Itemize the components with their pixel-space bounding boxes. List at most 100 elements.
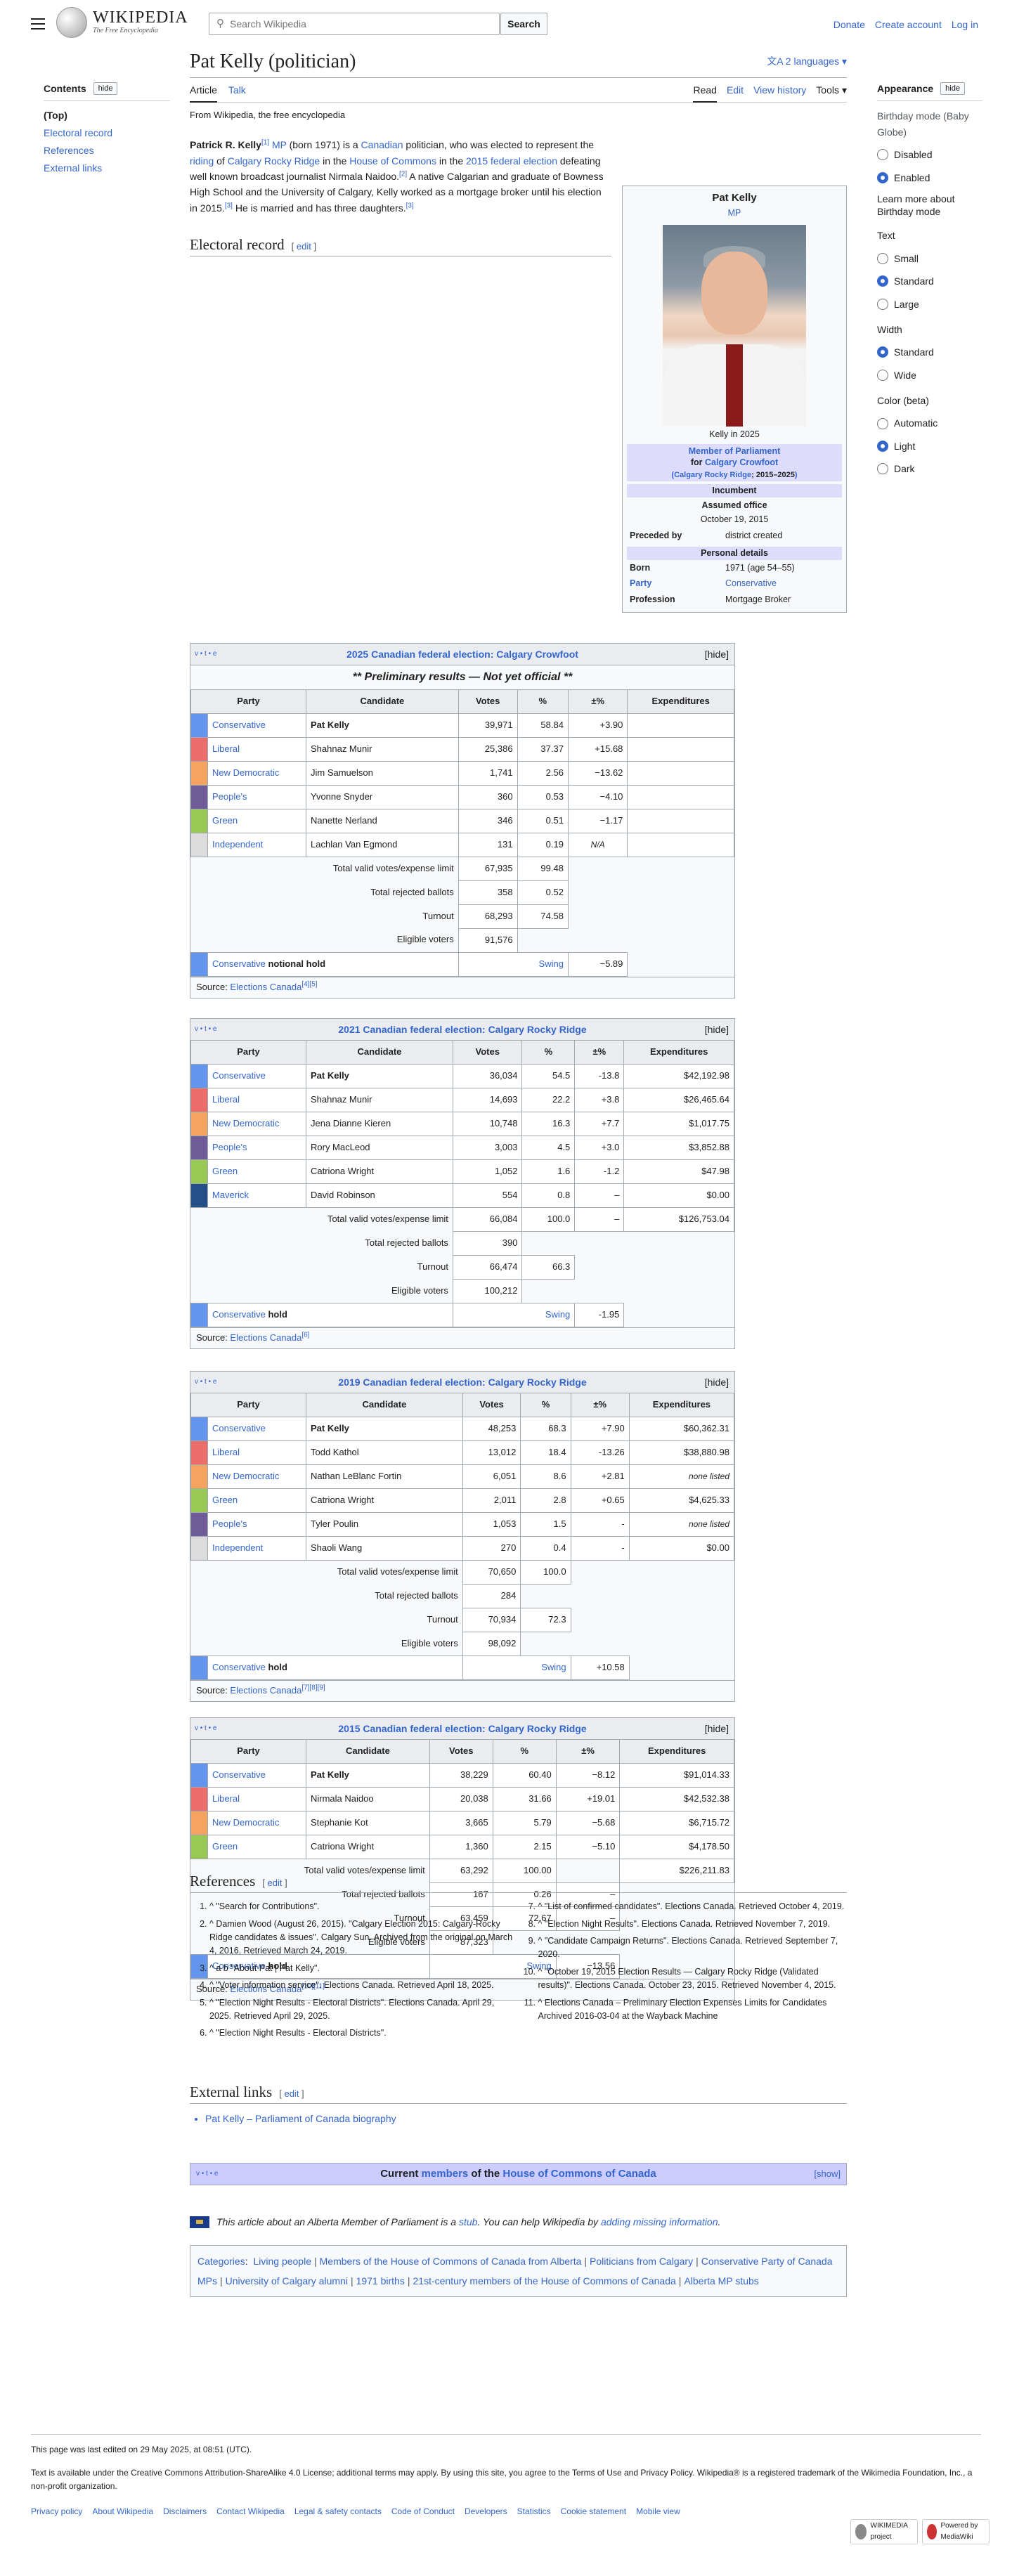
edit-link[interactable]: edit xyxy=(284,2088,299,2099)
radio-selected[interactable] xyxy=(877,441,888,453)
election-title[interactable]: 2019 Canadian federal election: Calgary … xyxy=(338,1374,586,1390)
tab-article[interactable]: Article xyxy=(190,82,217,103)
party-name[interactable]: Maverick xyxy=(207,1183,306,1208)
party-label[interactable]: Party xyxy=(630,577,725,590)
color-automatic-option[interactable]: Automatic xyxy=(877,415,982,431)
vte-links[interactable]: v • t • e xyxy=(195,1723,216,1734)
footer-link[interactable]: Mobile view xyxy=(636,2506,680,2516)
swing-label[interactable]: Swing xyxy=(462,1655,571,1680)
toc-item-references[interactable]: References xyxy=(44,142,170,160)
radio-selected[interactable] xyxy=(877,346,888,358)
wikimedia-badge[interactable]: WIKIMEDIA project xyxy=(850,2519,918,2544)
radio-selected[interactable] xyxy=(877,275,888,287)
party-name[interactable]: Conservative xyxy=(207,1064,306,1088)
radio[interactable] xyxy=(877,252,888,264)
reference-item[interactable]: ^ "Voter information service". Elections… xyxy=(209,1979,519,1992)
radio[interactable] xyxy=(877,417,888,429)
add-info-link[interactable]: adding missing information xyxy=(601,2216,718,2227)
toc-hide-button[interactable]: hide xyxy=(93,82,118,96)
categories-label[interactable]: Categories xyxy=(197,2256,245,2267)
language-button[interactable]: 文A 2 languages ▾ xyxy=(767,55,847,67)
source-link[interactable]: Elections Canada xyxy=(230,982,301,992)
party-name[interactable]: Green xyxy=(207,808,306,833)
party-name[interactable]: Green xyxy=(207,1835,306,1859)
portrait-image[interactable] xyxy=(663,225,806,427)
edit-link[interactable]: edit xyxy=(297,241,311,252)
reference-item[interactable]: ^ "Search for Contributions". xyxy=(209,1900,519,1913)
appearance-hide-button[interactable]: hide xyxy=(940,82,965,96)
tab-edit[interactable]: Edit xyxy=(727,82,744,102)
election-title[interactable]: 2025 Canadian federal election: Calgary … xyxy=(346,646,578,662)
vte-links[interactable]: v • t • e xyxy=(195,1377,216,1388)
reference-item[interactable]: ^ Elections Canada – Preliminary Electio… xyxy=(538,1996,848,2024)
tab-read[interactable]: Read xyxy=(693,82,717,103)
mediawiki-badge[interactable]: Powered by MediaWiki xyxy=(922,2519,990,2544)
footer-link[interactable]: Legal & safety contacts xyxy=(294,2506,382,2516)
vte-links[interactable]: v • t • e xyxy=(195,649,216,660)
party-name[interactable]: People's xyxy=(207,1512,306,1537)
crr-link[interactable]: Calgary Rocky Ridge xyxy=(228,155,320,167)
party-name[interactable]: New Democratic xyxy=(207,760,306,786)
reference-item[interactable]: ^ a b "About Pat | Pat Kelly". xyxy=(209,1962,519,1975)
hoc-link[interactable]: House of Commons of Canada xyxy=(502,2168,656,2180)
party-name[interactable]: Green xyxy=(207,1488,306,1513)
swing-label[interactable]: Swing xyxy=(452,1303,576,1327)
election-title[interactable]: 2015 Canadian federal election: Calgary … xyxy=(338,1721,586,1736)
reference-item[interactable]: ^ "October 19, 2015 Election Results — C… xyxy=(538,1965,848,1993)
party-name[interactable]: People's xyxy=(207,1136,306,1160)
party-name[interactable]: People's xyxy=(207,784,306,809)
hoc-link[interactable]: House of Commons xyxy=(349,155,436,167)
width-wide-option[interactable]: Wide xyxy=(877,367,982,383)
width-standard-option[interactable]: Standard xyxy=(877,344,982,360)
riding-link[interactable]: riding xyxy=(190,155,214,167)
text-standard-option[interactable]: Standard xyxy=(877,273,982,289)
reference-item[interactable]: ^ "List of confirmed candidates". Electi… xyxy=(538,1900,848,1913)
source-link[interactable]: Elections Canada xyxy=(230,1332,301,1343)
ref[interactable]: [1] xyxy=(261,139,269,147)
party-name[interactable]: New Democratic xyxy=(207,1112,306,1136)
reference-item[interactable]: ^ "Candidate Campaign Returns". Election… xyxy=(538,1934,848,1962)
party-name[interactable]: New Democratic xyxy=(207,1464,306,1489)
category-link[interactable]: 1971 births xyxy=(356,2275,405,2286)
infobox-mp[interactable]: MP xyxy=(627,207,842,220)
source-refs[interactable]: [6] xyxy=(301,1332,309,1339)
main-menu-icon[interactable] xyxy=(31,18,45,30)
hide-button[interactable]: [hide] xyxy=(705,646,729,662)
category-link[interactable]: Members of the House of Commons of Canad… xyxy=(320,2256,582,2267)
riding2-link[interactable]: Calgary Rocky Ridge xyxy=(674,471,751,479)
members-link[interactable]: members xyxy=(422,2168,469,2180)
radio[interactable] xyxy=(877,369,888,381)
reference-item[interactable]: ^ "Election Night Results". Elections Ca… xyxy=(538,1918,848,1931)
tools-menu[interactable]: Tools xyxy=(816,82,839,102)
hide-button[interactable]: [hide] xyxy=(705,1721,729,1736)
login-link[interactable]: Log in xyxy=(952,19,978,30)
search-input[interactable] xyxy=(230,18,499,30)
election-link[interactable]: 2015 federal election xyxy=(466,155,557,167)
donate-link[interactable]: Donate xyxy=(833,19,865,30)
wikipedia-logo[interactable]: WIKIPEDIA The Free Encyclopedia xyxy=(56,7,188,38)
hold-party[interactable]: Conservative xyxy=(212,1662,266,1672)
party-name[interactable]: Independent xyxy=(207,1536,306,1561)
party-name[interactable]: Liberal xyxy=(207,736,306,762)
color-dark-option[interactable]: Dark xyxy=(877,461,982,476)
toc-item-external-links[interactable]: External links xyxy=(44,160,170,177)
party-name[interactable]: Liberal xyxy=(207,1440,306,1465)
footer-link[interactable]: Developers xyxy=(465,2506,507,2516)
party-name[interactable]: Liberal xyxy=(207,1088,306,1112)
swing-label[interactable]: Swing xyxy=(458,951,569,977)
search-box[interactable]: ⚲ xyxy=(209,13,500,35)
source-refs[interactable]: [7][8][9] xyxy=(301,1684,325,1692)
footer-link[interactable]: Disclaimers xyxy=(163,2506,207,2516)
source-link[interactable]: Elections Canada xyxy=(230,1685,301,1696)
reference-item[interactable]: ^ "Election Night Results - Electoral Di… xyxy=(209,2027,519,2040)
footer-link[interactable]: Privacy policy xyxy=(31,2506,82,2516)
hide-button[interactable]: [hide] xyxy=(705,1374,729,1390)
tab-talk[interactable]: Talk xyxy=(228,82,246,102)
category-link[interactable]: Politicians from Calgary xyxy=(590,2256,693,2267)
parliament-bio-link[interactable]: Pat Kelly – Parliament of Canada biograp… xyxy=(205,2111,847,2126)
reference-item[interactable]: ^ Damien Wood (August 26, 2015). "Calgar… xyxy=(209,1918,519,1958)
stub-link[interactable]: stub xyxy=(459,2216,477,2227)
party-name[interactable]: Green xyxy=(207,1159,306,1184)
category-link[interactable]: 21st-century members of the House of Com… xyxy=(413,2275,676,2286)
party-name[interactable]: New Democratic xyxy=(207,1811,306,1835)
